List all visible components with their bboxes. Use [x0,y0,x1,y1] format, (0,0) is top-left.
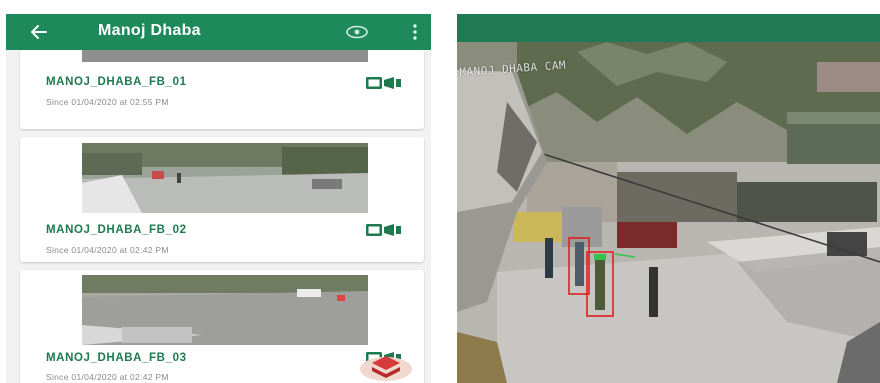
camera-since: Since 01/04/2020 at 02:55 PM [46,97,169,107]
camera-thumbnail [82,50,368,62]
camera-icon[interactable] [364,75,404,91]
eye-icon[interactable] [344,23,370,41]
camera-name: MANOJ_DHABA_FB_02 [46,224,187,236]
more-vert-icon[interactable] [410,22,420,42]
camera-card[interactable]: MANOJ_DHABA_FB_01 Since 01/04/2020 at 02… [20,50,424,129]
camera-since: Since 01/04/2020 at 02:42 PM [46,245,169,255]
camera-since: Since 01/04/2020 at 02:42 PM [46,372,169,382]
layers-icon[interactable] [358,345,414,383]
camera-list-screen: Manoj Dhaba MANOJ_DHABA_FB_01 Since 01/0… [6,14,431,383]
arrow-left-icon[interactable] [28,21,50,43]
feed-toolbar [457,14,880,42]
app-bar: Manoj Dhaba [6,14,431,50]
camera-name: MANOJ_DHABA_FB_03 [46,352,187,364]
camera-thumbnail [82,275,368,345]
camera-name: MANOJ_DHABA_FB_01 [46,76,187,88]
camera-feed-view: MANOJ DHABA CAM [457,14,880,383]
camera-thumbnail [82,143,368,213]
page-title: Manoj Dhaba [98,22,201,39]
camera-card[interactable]: MANOJ_DHABA_FB_02 Since 01/04/2020 at 02… [20,137,424,262]
live-video-frame[interactable] [457,42,880,383]
camera-icon[interactable] [364,222,404,238]
